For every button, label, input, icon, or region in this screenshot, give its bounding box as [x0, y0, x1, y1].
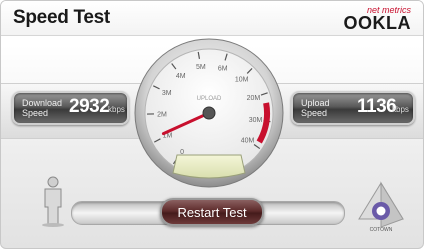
- server-location-label: COTOWN: [369, 227, 393, 233]
- gauge-scale-label: 10M: [235, 77, 249, 84]
- person-icon: [42, 176, 64, 227]
- download-speed-panel: Download Speed 2932 kbps: [12, 91, 129, 125]
- restart-test-button[interactable]: Restart Test: [160, 198, 264, 226]
- gauge-scale-label: 2M: [157, 111, 167, 118]
- upload-speed-panel: Upload Speed 1136 kbps: [291, 91, 415, 125]
- upload-speed-label: Upload Speed: [301, 98, 330, 118]
- gauge-scale-label: 20M: [247, 95, 261, 102]
- gauge-scale-label: 40M: [241, 137, 255, 144]
- upload-speed-value: 1136: [357, 96, 397, 117]
- download-speed-value: 2932: [69, 96, 110, 117]
- download-speed-label: Download Speed: [22, 98, 63, 118]
- gauge-scale-label: 6M: [218, 66, 228, 73]
- ookla-logo: net metrics OOKLA: [329, 5, 412, 33]
- gauge-scale-label: 5M: [196, 64, 206, 71]
- header-bar: Speed Test net metrics OOKLA: [1, 1, 423, 36]
- download-speed-unit: kbps: [108, 105, 125, 114]
- speed-gauge: 01M2M3M4M5M 6M10M20M30M40M UPLOAD: [134, 38, 284, 188]
- speedtest-window: Speed Test net metrics OOKLA Download Sp…: [0, 0, 424, 249]
- page-title: Speed Test: [13, 7, 110, 28]
- upload-speed-unit: kbps: [392, 105, 409, 114]
- gauge-hub: [202, 106, 216, 120]
- gauge-scale-label: 3M: [162, 90, 172, 97]
- gauge-center-label: UPLOAD: [197, 96, 222, 102]
- gauge-lcd-window: [172, 154, 246, 179]
- gauge-scale-label: 4M: [176, 73, 186, 80]
- server-pyramid-icon: [358, 181, 404, 228]
- gauge-scale-label: 30M: [249, 117, 263, 124]
- brand-name: OOKLA: [343, 13, 411, 33]
